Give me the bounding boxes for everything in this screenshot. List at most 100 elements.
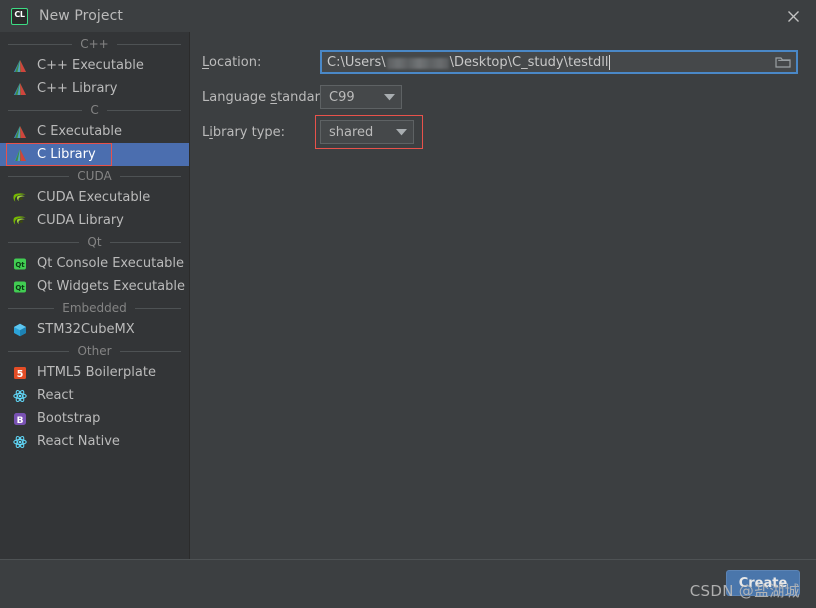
title-bar: CL New Project: [0, 0, 816, 32]
new-project-dialog: CL New Project C++ C++ Executable C++ Li…: [0, 0, 816, 608]
clion-target-icon: [12, 124, 28, 140]
group-rule-left: [8, 109, 83, 111]
text-caret: [609, 54, 611, 70]
group-label: CUDA: [77, 169, 112, 183]
sidebar-item-label: CUDA Executable: [37, 190, 151, 205]
location-value-after: \Desktop\C_study\testdll: [449, 54, 609, 70]
clion-target-icon: [12, 147, 28, 163]
chevron-down-icon: [382, 128, 407, 136]
redacted-username: [386, 57, 449, 69]
group-header-cpp: C++: [0, 34, 189, 54]
sidebar-item-html5-boilerplate[interactable]: 5 HTML5 Boilerplate: [0, 361, 189, 384]
react-icon: [12, 434, 28, 450]
sidebar-item-bootstrap[interactable]: B Bootstrap: [0, 407, 189, 430]
location-label: Location:: [202, 55, 320, 70]
group-rule-left: [8, 175, 70, 177]
qt-icon: Qt: [12, 279, 28, 295]
svg-text:Qt: Qt: [15, 284, 25, 292]
sidebar-item-label: C++ Executable: [37, 58, 144, 73]
group-rule-left: [8, 350, 70, 352]
chevron-down-icon: [370, 93, 395, 101]
sidebar-item-cpp-executable[interactable]: C++ Executable: [0, 54, 189, 77]
language-standard-row: Language standard: C99: [202, 85, 798, 109]
window-title: New Project: [39, 8, 123, 24]
group-header-qt: Qt: [0, 232, 189, 252]
language-standard-label: Language standard:: [202, 89, 332, 105]
sidebar-item-react-native[interactable]: React Native: [0, 430, 189, 453]
group-rule-right: [134, 307, 182, 309]
react-icon: [12, 388, 28, 404]
group-rule-right: [119, 350, 182, 352]
svg-text:B: B: [17, 416, 24, 426]
sidebar-item-stm32cubemx[interactable]: STM32CubeMX: [0, 318, 189, 341]
sidebar-item-label: React Native: [37, 434, 120, 449]
dialog-body: C++ C++ Executable C++ Library C C Execu…: [0, 32, 816, 559]
html5-icon: 5: [12, 365, 28, 381]
qt-icon: Qt: [12, 256, 28, 272]
group-rule-right: [116, 43, 181, 45]
group-rule-left: [8, 241, 80, 243]
clion-target-icon: [12, 58, 28, 74]
clion-icon-text: CL: [14, 9, 25, 19]
group-rule-left: [8, 43, 73, 45]
close-icon[interactable]: [770, 0, 816, 32]
location-row: Location: C:\Users\ \Desktop\C_study\test…: [202, 50, 798, 74]
group-rule-left: [8, 307, 55, 309]
group-rule-right: [109, 241, 181, 243]
group-label: Other: [77, 344, 112, 358]
clion-target-icon: [12, 81, 28, 97]
location-input[interactable]: C:\Users\ \Desktop\C_study\testdll: [320, 50, 798, 74]
library-type-label: Library type:: [202, 125, 320, 140]
group-rule-right: [119, 175, 181, 177]
sidebar-item-label: C Library: [37, 147, 96, 162]
sidebar-item-cuda-executable[interactable]: CUDA Executable: [0, 186, 189, 209]
group-header-other: Other: [0, 341, 189, 361]
library-type-label-suffix: brary type:: [212, 124, 286, 140]
sidebar-item-c-executable[interactable]: C Executable: [0, 120, 189, 143]
nvidia-icon: [12, 190, 28, 206]
group-header-c: C: [0, 100, 189, 120]
location-value-before: C:\Users\: [327, 54, 386, 70]
sidebar-item-label: React: [37, 388, 74, 403]
language-standard-value: C99: [329, 89, 355, 105]
location-label-mnemonic: L: [202, 54, 210, 70]
project-type-list[interactable]: C++ C++ Executable C++ Library C C Execu…: [0, 32, 190, 559]
sidebar-item-c-library[interactable]: C Library: [0, 143, 189, 166]
sidebar-item-label: C Executable: [37, 124, 123, 139]
browse-folder-icon[interactable]: [774, 53, 792, 71]
sidebar-item-label: C++ Library: [37, 81, 118, 96]
group-header-embedded: Embedded: [0, 298, 189, 318]
group-label: Qt: [87, 235, 102, 249]
project-settings-panel: Location: C:\Users\ \Desktop\C_study\test…: [190, 32, 816, 559]
svg-text:Qt: Qt: [15, 261, 25, 269]
group-header-cuda: CUDA: [0, 166, 189, 186]
sidebar-item-react[interactable]: React: [0, 384, 189, 407]
create-button[interactable]: Create: [726, 570, 800, 596]
group-label: C++: [80, 37, 109, 51]
sidebar-item-qt-widgets-executable[interactable]: Qt Qt Widgets Executable: [0, 275, 189, 298]
svg-text:5: 5: [17, 369, 24, 380]
library-type-row: Library type: shared: [202, 115, 798, 149]
sidebar-item-label: STM32CubeMX: [37, 322, 135, 337]
group-rule-right: [106, 109, 182, 111]
group-label: C: [90, 103, 99, 117]
sidebar-item-qt-console-executable[interactable]: Qt Qt Console Executable: [0, 252, 189, 275]
sidebar-item-label: HTML5 Boilerplate: [37, 365, 156, 380]
stm32cube-icon: [12, 322, 28, 338]
language-standard-label-prefix: Language: [202, 89, 271, 105]
dialog-footer: Create CSDN @盐湖城: [0, 559, 816, 608]
sidebar-item-cpp-library[interactable]: C++ Library: [0, 77, 189, 100]
sidebar-item-label: Qt Console Executable: [37, 256, 185, 271]
library-type-dropdown[interactable]: shared: [320, 120, 414, 144]
sidebar-item-cuda-library[interactable]: CUDA Library: [0, 209, 189, 232]
library-type-value: shared: [329, 124, 374, 140]
clion-icon: CL: [11, 7, 28, 25]
sidebar-item-label: Qt Widgets Executable: [37, 279, 185, 294]
language-standard-dropdown[interactable]: C99: [320, 85, 402, 109]
nvidia-icon: [12, 213, 28, 229]
location-value: C:\Users\ \Desktop\C_study\testdll: [327, 54, 611, 70]
sidebar-item-label: Bootstrap: [37, 411, 101, 426]
location-label-suffix: ocation:: [209, 54, 262, 70]
sidebar-item-label: CUDA Library: [37, 213, 124, 228]
group-label: Embedded: [62, 301, 127, 315]
